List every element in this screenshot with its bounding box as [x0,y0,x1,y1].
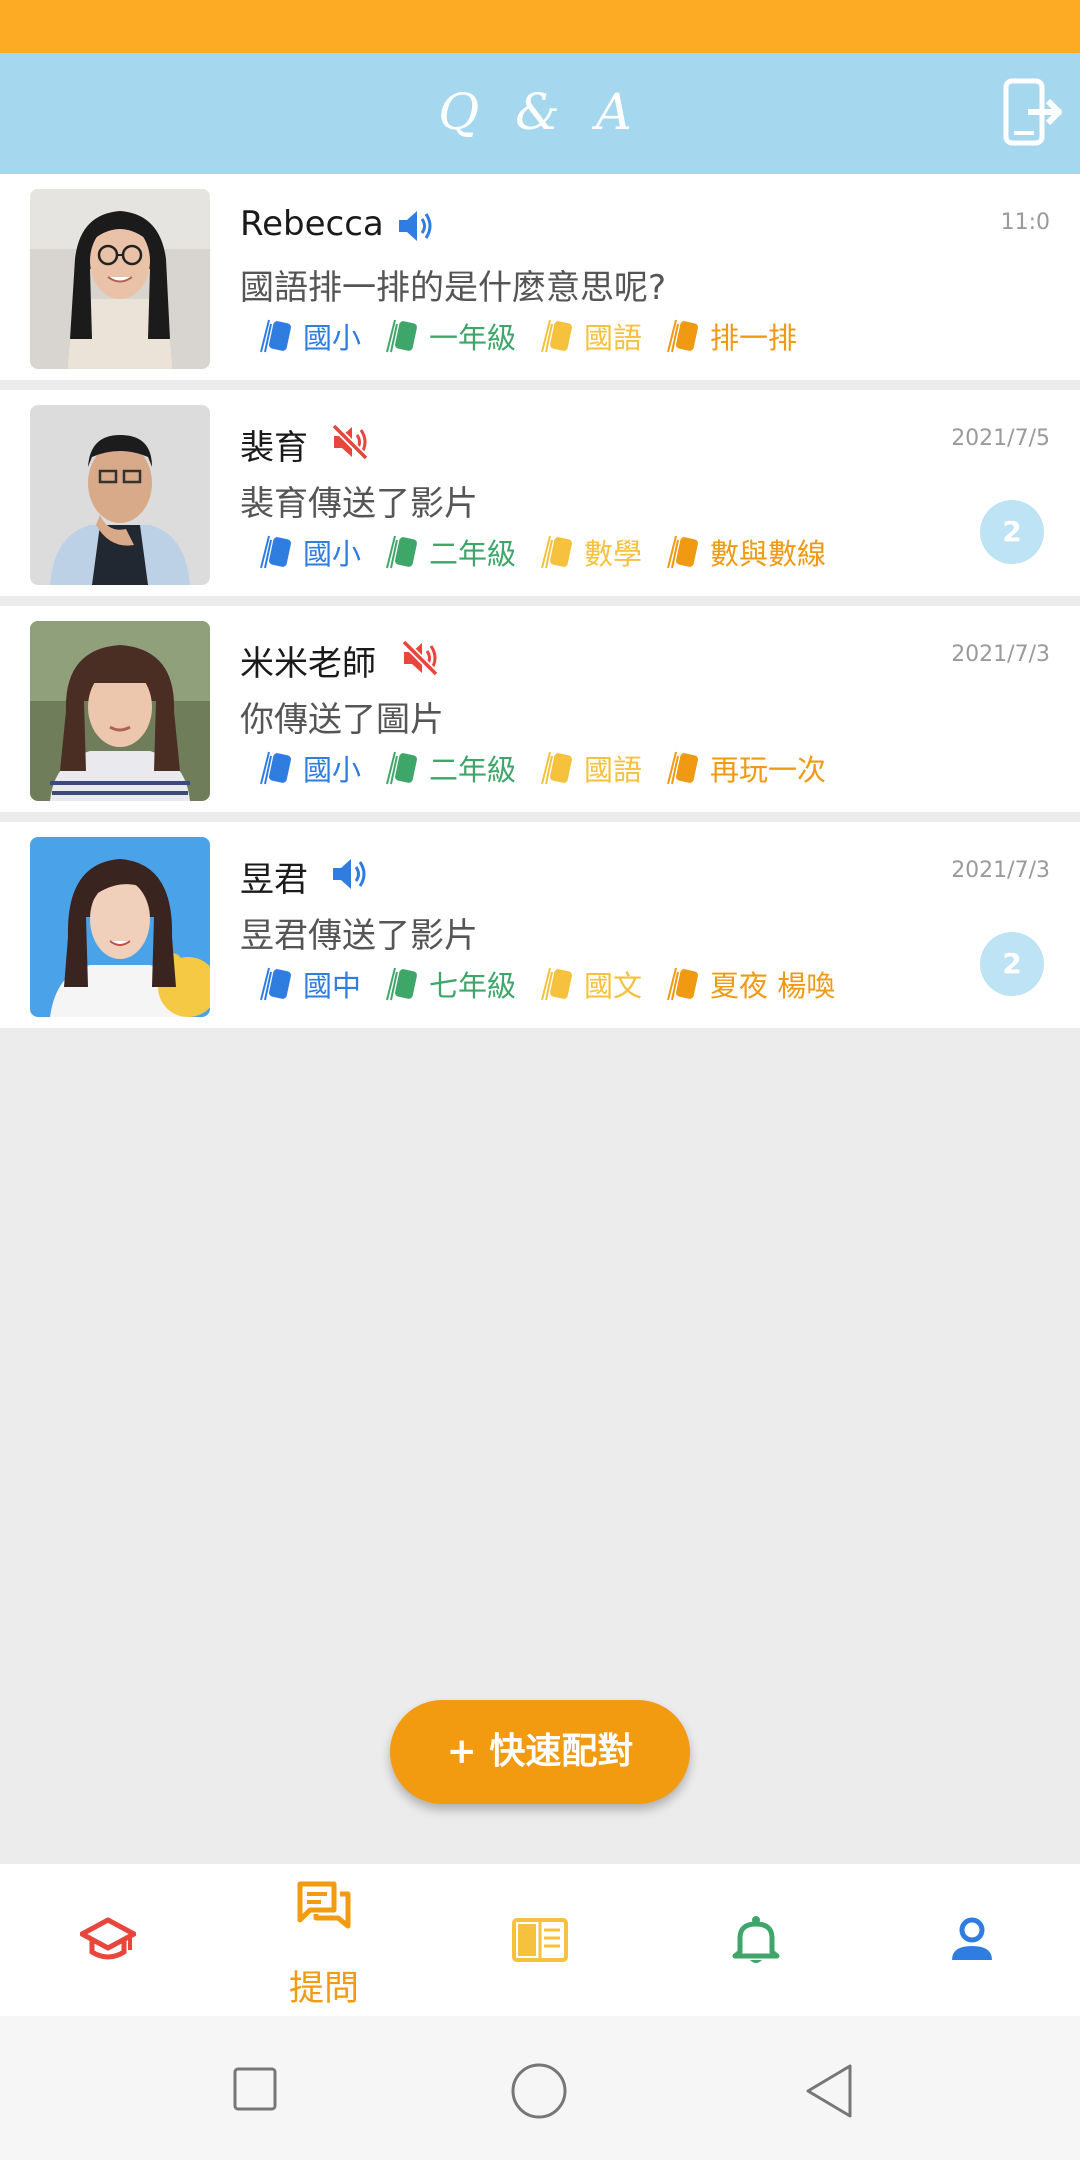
avatar [30,405,210,585]
tag-school-level: 國小 [255,747,361,789]
tag-school-level: 國中 [255,963,361,1005]
tag-icon [541,967,573,1001]
tag-icon [667,751,699,785]
tag-label: 一年級 [429,321,517,355]
contact-name: Rebecca [240,204,384,244]
nav-label: 提問 [288,1969,359,2009]
sound-on-icon[interactable] [395,206,435,246]
tag-icon [386,319,417,353]
system-nav-bar [0,2016,1080,2160]
unread-badge: 2 [980,500,1044,564]
tag-icon [541,535,573,569]
tag-label: 國小 [303,321,362,355]
avatar [30,189,210,369]
tag-icon [386,751,417,785]
chat-item[interactable]: 米米老師 2021/7/3 你傳送了圖片 國小 二年級 國語 再玩一次 [0,606,1080,812]
nav-item-books[interactable] [432,1864,648,2016]
tag-icon [386,535,417,569]
logout-icon[interactable] [1002,77,1062,149]
quick-match-button[interactable]: + 快速配對 [390,1700,690,1804]
avatar [30,621,210,801]
tag-label: 國中 [303,969,362,1003]
recent-apps-icon[interactable] [232,2066,278,2112]
app-header: Q & A [0,53,1080,174]
person-icon [952,1917,992,1960]
tag-school-level: 國小 [255,315,361,357]
message-preview: 你傳送了圖片 [240,700,444,740]
tag-label: 國文 [584,969,643,1003]
message-preview: 國語排一排的是什麼意思呢? [240,268,667,308]
tag-icon [541,319,573,353]
message-preview: 裴育傳送了影片 [240,484,478,524]
tag-icon [260,751,291,785]
graduation-cap-icon [80,1917,136,1960]
tag-label: 排一排 [710,321,798,355]
tag-icon [541,751,573,785]
tag-icon [260,535,291,569]
page-title: Q & A [438,83,642,141]
sound-on-icon[interactable] [329,854,369,894]
tag-icon [260,967,291,1001]
tag-label: 二年級 [429,537,517,571]
tag-topic: 數與數線 [662,531,826,573]
chat-item[interactable]: 昱君 2021/7/3 昱君傳送了影片 國中 七年級 國文 夏夜 楊喚 2 [0,822,1080,1028]
message-preview: 昱君傳送了影片 [240,916,478,956]
message-time: 2021/7/5 [951,426,1050,451]
contact-name: 裴育 [240,428,308,468]
tag-grade: 一年級 [381,315,516,357]
tag-list: 國小 二年級 國語 再玩一次 [255,746,846,790]
back-icon[interactable] [802,2062,856,2120]
status-bar [0,0,1080,53]
bottom-nav: 提問 [0,1864,1080,2016]
tag-label: 國小 [303,537,362,571]
tag-grade: 七年級 [381,963,516,1005]
tag-topic: 再玩一次 [662,747,826,789]
tag-subject: 國語 [536,315,642,357]
tag-label: 數與數線 [710,537,827,571]
message-time: 2021/7/3 [951,642,1050,667]
unread-badge: 2 [980,932,1044,996]
nav-item-profile[interactable] [864,1864,1080,2016]
tag-subject: 國文 [536,963,642,1005]
tag-topic: 排一排 [662,315,797,357]
tag-school-level: 國小 [255,531,361,573]
message-time: 11:0 [1000,210,1050,235]
message-time: 2021/7/3 [951,858,1050,883]
tag-label: 數學 [584,537,643,571]
home-icon[interactable] [510,2062,568,2120]
nav-item-courses[interactable] [0,1864,216,2016]
tag-list: 國小 二年級 數學 數與數線 [255,530,846,574]
avatar [30,837,210,1017]
tag-list: 國中 七年級 國文 夏夜 楊喚 [255,962,855,1006]
tag-grade: 二年級 [381,531,516,573]
tag-topic: 夏夜 楊喚 [662,963,835,1005]
sound-off-icon[interactable] [400,638,440,678]
nav-item-notifications[interactable] [648,1864,864,2016]
tag-subject: 國語 [536,747,642,789]
tag-label: 再玩一次 [710,753,827,787]
bell-icon [732,1916,780,1963]
nav-item-ask[interactable]: 提問 [216,1864,432,2016]
sound-off-icon[interactable] [330,422,370,462]
open-book-icon [512,1918,568,1962]
tag-label: 七年級 [429,969,517,1003]
chat-item[interactable]: 裴育 2021/7/5 裴育傳送了影片 國小 二年級 數學 數與數線 2 [0,390,1080,596]
tag-icon [667,967,699,1001]
tag-label: 國語 [584,321,643,355]
chat-bubbles-icon [297,1881,351,1929]
tag-label: 夏夜 楊喚 [710,969,836,1003]
tag-grade: 二年級 [381,747,516,789]
tag-label: 二年級 [429,753,517,787]
tag-icon [386,967,417,1001]
tag-icon [260,319,291,353]
contact-name: 米米老師 [240,644,376,684]
tag-icon [667,319,699,353]
tag-label: 國小 [303,753,362,787]
tag-label: 國語 [584,753,643,787]
tag-list: 國小 一年級 國語 排一排 [255,314,817,358]
tag-subject: 數學 [536,531,642,573]
contact-name: 昱君 [240,860,308,900]
tag-icon [667,535,699,569]
chat-item[interactable]: Rebecca 11:0 國語排一排的是什麼意思呢? 國小 一年級 國語 排一排 [0,174,1080,380]
